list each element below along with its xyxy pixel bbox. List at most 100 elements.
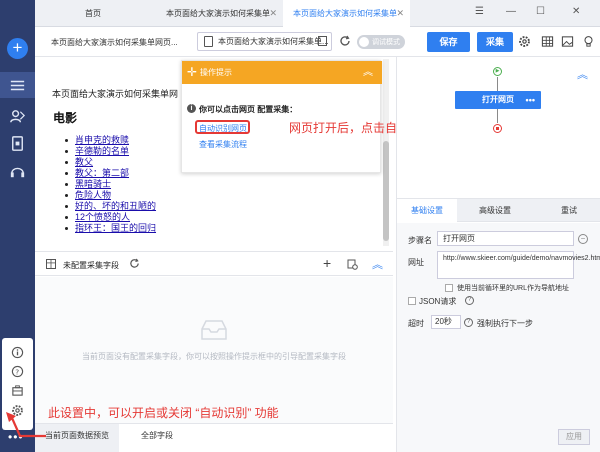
help-icon[interactable]: ? [464, 318, 473, 327]
refresh-icon[interactable] [339, 35, 351, 47]
lightbulb-icon[interactable] [582, 35, 595, 48]
timeout-suffix: 强制执行下一步 [477, 319, 533, 328]
maximize-icon[interactable]: ☐ [536, 6, 545, 17]
flow-start-icon: ▶ [493, 67, 502, 76]
tab-all-fields[interactable]: 全部字段 [131, 424, 205, 452]
close-icon[interactable]: ✕ [269, 0, 277, 27]
tab-page-2[interactable]: 本页面给大家演示如何采集单 ✕ [283, 0, 410, 27]
fields-empty-message: 当前页面没有配置采集字段，你可以按照操作提示框中的引导配置采集字段 [82, 352, 346, 361]
field-settings-icon[interactable] [347, 259, 358, 270]
node-menu-icon[interactable]: ••• [526, 91, 535, 109]
movie-link[interactable]: 肖申克的救赎 [65, 135, 156, 146]
right-panel: ▶ 打开网页 ••• ︽ 基础设置 高级设置 重试 步骤名 打开网页 − 网址 … [396, 57, 600, 452]
page-scrollbar[interactable] [383, 59, 389, 246]
collapse-chevron-icon[interactable]: ︽ [363, 61, 373, 84]
grid-icon[interactable] [541, 35, 554, 48]
add-field-icon[interactable]: + [323, 255, 331, 271]
minimize-icon[interactable]: — [506, 6, 516, 17]
info-icon: i [187, 104, 196, 113]
svg-text:?: ? [15, 367, 19, 376]
fields-toolbar: 未配置采集字段 + ︽ [35, 251, 393, 276]
annotation-arrow-icon [6, 412, 46, 438]
movie-link[interactable]: 辛德勒的名单 [65, 146, 156, 157]
help-icon[interactable]: ? [11, 365, 24, 378]
close-icon[interactable]: ✕ [396, 0, 404, 27]
info-icon[interactable] [11, 346, 24, 359]
refresh-icon[interactable] [129, 258, 140, 269]
flow-end-icon [493, 124, 502, 133]
tab-page-2-label: 本页面给大家演示如何采集单 [293, 9, 397, 18]
remove-icon[interactable]: − [578, 234, 588, 244]
image-icon[interactable] [561, 35, 574, 48]
tip-header-title: 操作提示 [200, 68, 232, 77]
save-button[interactable]: 保存 [427, 32, 470, 52]
movie-link[interactable]: 指环王：国王的回归 [65, 223, 156, 234]
json-request-label: JSON请求 [419, 297, 457, 306]
users-icon[interactable] [8, 107, 27, 126]
document-icon [204, 36, 213, 47]
loop-url-label: 使用当前循环里的URL作为导航地址 [457, 285, 570, 292]
collect-button[interactable]: 采集 [477, 32, 513, 52]
view-flow-link[interactable]: 查看采集流程 [199, 139, 247, 150]
flow-connector [497, 109, 498, 123]
fields-empty-area: 当前页面没有配置采集字段，你可以按照操作提示框中的引导配置采集字段 [35, 277, 393, 423]
flow-node-open-page[interactable]: 打开网页 ••• [455, 91, 541, 109]
timeout-select[interactable]: 20秒 [431, 315, 461, 329]
tab-basic-settings[interactable]: 基础设置 [397, 199, 457, 223]
menu-icon[interactable] [8, 76, 27, 95]
page-heading: 本页面给大家演示如何采集单网 [52, 89, 179, 99]
tab-page-1-label: 本页面给大家演示如何采集单 [166, 9, 270, 18]
movie-link[interactable]: 教父 [65, 157, 156, 168]
debug-mode-label: 调试模式 [372, 39, 400, 46]
help-icon[interactable]: ? [465, 296, 474, 305]
movie-link[interactable]: 危险人物 [65, 190, 156, 201]
settings-tabs: 基础设置 高级设置 重试 [397, 198, 600, 223]
debug-mode-toggle[interactable]: 调试模式 [357, 35, 405, 49]
operation-tip-popup: ✛ 操作提示 ︽ i 你可以点击网页 配置采集： 自动识别网页 查看采集流程 [181, 60, 382, 173]
tip-instruction-text: 你可以点击网页 配置采集： [199, 105, 298, 114]
bottom-tabs: 当前页面数据预览 全部字段 [35, 423, 393, 452]
flow-connector [497, 77, 498, 92]
left-sidebar: + ? ••• [0, 0, 35, 452]
toolbox-icon[interactable] [11, 384, 24, 397]
page-subtitle: 电影 [53, 111, 78, 125]
loop-url-checkbox[interactable] [445, 284, 453, 292]
collapse-chevron-icon[interactable]: ︽ [372, 256, 383, 272]
step-name-label: 步骤名 [408, 236, 432, 245]
flow-node-label: 打开网页 [482, 95, 514, 104]
tab-home-label: 首页 [85, 9, 101, 18]
url-box[interactable]: 本页面给大家演示如何采集单... [197, 32, 332, 51]
tab-advanced-settings[interactable]: 高级设置 [465, 199, 525, 223]
tab-page-1[interactable]: 本页面给大家演示如何采集单 ✕ [156, 0, 283, 27]
apply-button[interactable]: 应用 [558, 429, 590, 445]
movie-list: 肖申克的救赎 辛德勒的名单 教父 教父：第二部 黑暗骑士 危险人物 好的、坏的和… [65, 135, 156, 234]
empty-box-icon [200, 319, 228, 341]
toggle-knob [359, 37, 369, 47]
scrollbar-thumb[interactable] [383, 141, 389, 241]
tip-header: ✛ 操作提示 ︽ [182, 61, 382, 84]
url-box-text: 本页面给大家演示如何采集单... [218, 37, 329, 46]
step-name-input[interactable]: 打开网页 [437, 231, 574, 246]
collapse-chevron-icon[interactable]: ︽ [577, 66, 588, 82]
highlight-box [195, 120, 250, 134]
movie-link[interactable]: 黑暗骑士 [65, 179, 156, 190]
table-icon [46, 259, 56, 269]
json-request-checkbox[interactable] [408, 297, 416, 305]
gear-icon[interactable] [518, 35, 531, 48]
add-task-button[interactable]: + [7, 38, 28, 59]
flow-canvas: ▶ 打开网页 ••• ︽ [397, 57, 600, 197]
tab-bar: 首页 本页面给大家演示如何采集单 ✕ 本页面给大家演示如何采集单 ✕ ☰ — ☐… [35, 0, 600, 27]
tab-home[interactable]: 首页 [75, 0, 155, 27]
movie-link[interactable]: 12个愤怒的人 [65, 212, 156, 223]
edit-icon[interactable] [318, 36, 327, 46]
headset-icon[interactable] [8, 162, 27, 181]
document-icon[interactable] [8, 134, 27, 153]
tab-retry[interactable]: 重试 [539, 199, 599, 223]
move-icon[interactable]: ✛ [187, 61, 197, 84]
window-menu-icon[interactable]: ☰ [475, 6, 484, 17]
movie-link[interactable]: 好的、坏的和丑陋的 [65, 201, 156, 212]
movie-link[interactable]: 教父：第二部 [65, 168, 156, 179]
url-textarea[interactable]: http://www.skieer.com/guide/demo/navmovi… [437, 251, 600, 279]
window-close-icon[interactable]: ✕ [572, 6, 580, 17]
timeout-label: 超时 [408, 319, 424, 328]
